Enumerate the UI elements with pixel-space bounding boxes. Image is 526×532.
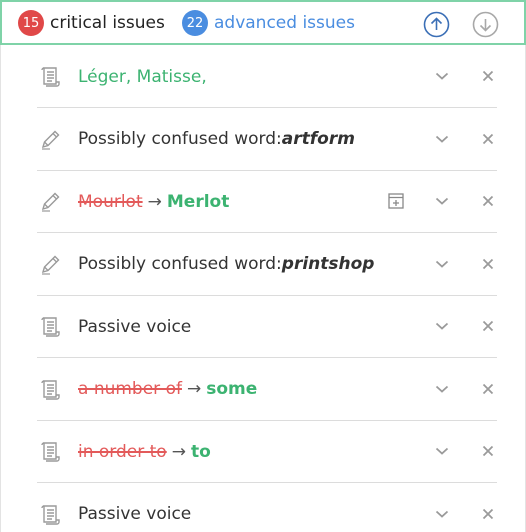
original-text: in order to xyxy=(78,441,167,462)
expand-chevron-icon[interactable] xyxy=(433,255,451,273)
dismiss-issue-icon[interactable] xyxy=(479,505,497,523)
issue-card[interactable]: Mourlot → Merlot xyxy=(37,170,497,233)
advanced-issues-tab[interactable]: 22 advanced issues xyxy=(182,10,355,36)
dismiss-issue-icon[interactable] xyxy=(479,317,497,335)
dismiss-issue-icon[interactable] xyxy=(479,130,497,148)
next-issue-button[interactable] xyxy=(472,11,499,38)
document-icon xyxy=(41,379,60,400)
replace-arrow: → xyxy=(186,379,202,399)
arrow-up-circle-icon xyxy=(423,11,450,38)
replace-arrow: → xyxy=(171,441,186,462)
pencil-icon xyxy=(41,130,60,150)
issue-card[interactable]: Léger, Matisse, xyxy=(37,45,497,108)
expand-chevron-icon[interactable] xyxy=(433,130,451,148)
expand-chevron-icon[interactable] xyxy=(433,317,451,335)
replace-arrow: → xyxy=(147,191,162,212)
issue-text: a number of → some xyxy=(78,358,257,421)
issue-label: printshop xyxy=(281,254,375,274)
dismiss-issue-icon[interactable] xyxy=(479,67,497,85)
issue-label: Léger, Matisse, xyxy=(78,66,207,87)
critical-issues-label: critical issues xyxy=(50,13,165,33)
critical-issues-tab[interactable]: 15 critical issues xyxy=(18,10,165,36)
original-text: Mourlot xyxy=(78,191,143,212)
add-to-dictionary-icon[interactable] xyxy=(387,192,405,210)
issue-card[interactable]: Passive voice xyxy=(37,483,497,532)
pencil-icon xyxy=(41,255,60,275)
issue-text: Passive voice xyxy=(78,483,191,532)
issue-text: in order to → to xyxy=(78,420,211,483)
advanced-issues-label: advanced issues xyxy=(214,13,355,33)
issue-text: Léger, Matisse, xyxy=(78,45,207,108)
suggested-text: to xyxy=(190,441,211,462)
issue-label: Passive voice xyxy=(78,316,192,337)
dismiss-issue-icon[interactable] xyxy=(479,442,497,460)
issue-text: Possibly confused word: printshop xyxy=(78,233,374,296)
issue-text: Possibly confused word: artform xyxy=(78,108,355,171)
document-icon xyxy=(41,67,60,87)
issue-card[interactable]: Passive voice xyxy=(37,295,497,358)
dismiss-issue-icon[interactable] xyxy=(479,380,497,398)
advanced-count-badge: 22 xyxy=(182,10,208,36)
suggested-text: Merlot xyxy=(166,191,230,212)
expand-chevron-icon[interactable] xyxy=(433,442,451,460)
expand-chevron-icon[interactable] xyxy=(433,67,451,85)
issue-list: Léger, Matisse, Possibly confused word: a… xyxy=(0,45,526,532)
issue-label: artform xyxy=(281,129,355,149)
dismiss-issue-icon[interactable] xyxy=(479,192,497,210)
pencil-icon xyxy=(41,192,60,212)
issue-label: Possibly confused word: xyxy=(78,129,282,149)
suggested-text: some xyxy=(206,379,258,399)
document-icon xyxy=(41,317,60,337)
issues-header: 15 critical issues 22 advanced issues xyxy=(0,0,526,45)
issue-card[interactable]: Possibly confused word: artform xyxy=(37,108,497,171)
arrow-down-circle-icon xyxy=(472,11,499,38)
original-text: a number of xyxy=(78,379,182,399)
dismiss-issue-icon[interactable] xyxy=(479,255,497,273)
previous-issue-button[interactable] xyxy=(423,11,450,38)
expand-chevron-icon[interactable] xyxy=(433,380,451,398)
issue-card[interactable]: Possibly confused word: printshop xyxy=(37,233,497,296)
issue-text: Passive voice xyxy=(78,295,191,358)
issue-label: Passive voice xyxy=(78,504,192,524)
document-icon xyxy=(41,442,60,462)
expand-chevron-icon[interactable] xyxy=(433,192,451,210)
issue-text: Mourlot → Merlot xyxy=(78,170,229,233)
issue-card[interactable]: in order to → to xyxy=(37,420,497,483)
critical-count-badge: 15 xyxy=(18,10,44,36)
expand-chevron-icon[interactable] xyxy=(433,505,451,523)
document-icon xyxy=(41,504,60,525)
issue-label: Possibly confused word: xyxy=(78,254,282,274)
issue-card[interactable]: a number of → some xyxy=(37,358,497,421)
